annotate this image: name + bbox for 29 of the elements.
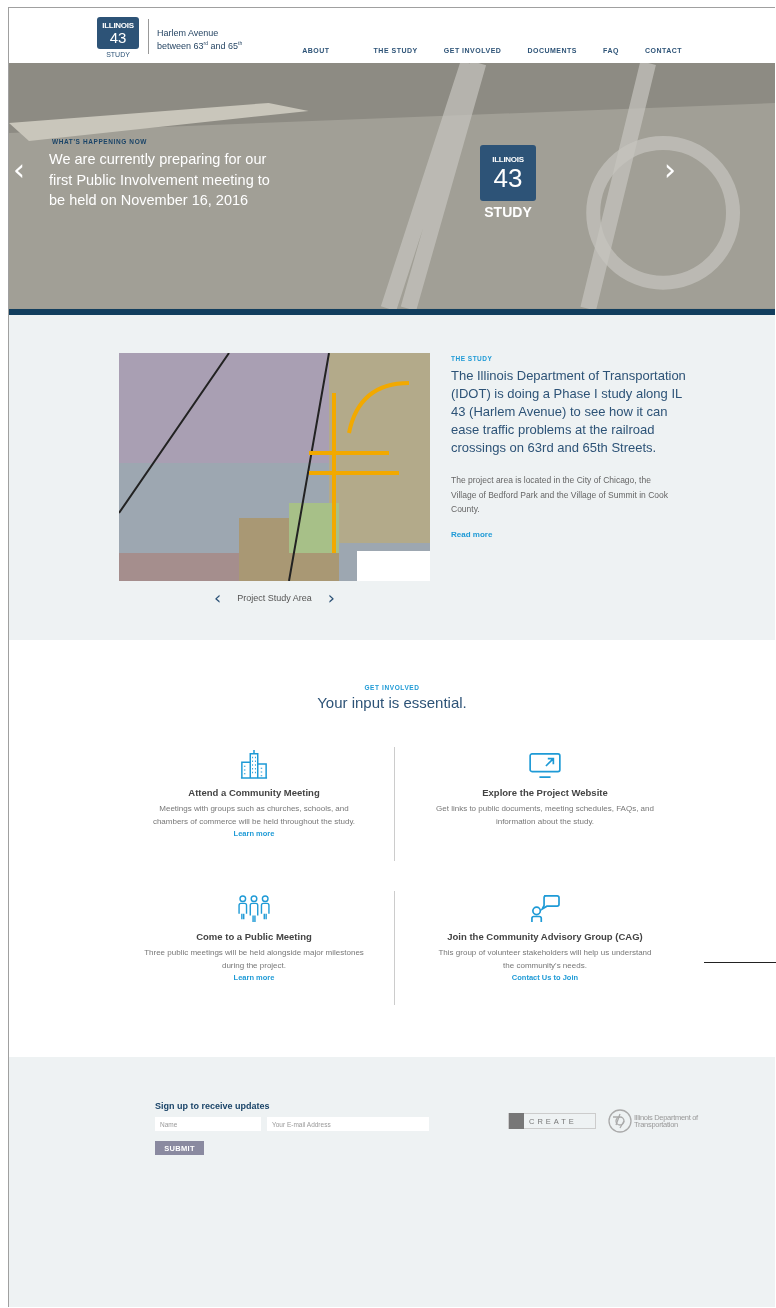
circular-emblem-icon: [608, 1109, 632, 1133]
monitor-icon: [529, 753, 561, 779]
buildings-icon: [240, 749, 268, 779]
card-description: Get links to public documents, meeting schedules, FAQs, and information about the study.: [435, 803, 655, 828]
logo-number: 43: [493, 163, 523, 192]
signup-title: Sign up to receive updates: [155, 1101, 271, 1111]
image-caption: Project Study Area: [237, 593, 312, 603]
logo-state-text: ILLINOIS: [492, 154, 524, 164]
study-intro-text: The Illinois Department of Transportation (IDOT) is doing a Phase I study along IL 43 (Harlem Avenue) to see how it can ease traffic problems at the railroad crossings on 63rd and 65th Streets.: [451, 367, 687, 457]
card-title: Explore the Project Website: [482, 787, 608, 798]
card-title: Join the Community Advisory Group (CAG): [447, 931, 643, 942]
next-image-button[interactable]: ›: [325, 590, 337, 606]
card-description: Meetings with groups such as churches, schools, and chambers of commerce will be held throughout the study.: [151, 803, 357, 828]
section-title: Your input is essential.: [316, 694, 468, 711]
logo-number: 43: [109, 30, 127, 45]
logo-state-text: ILLINOIS: [102, 21, 134, 30]
card-description: Three public meetings will be held alongside major milestones during the project.: [143, 947, 365, 972]
card-title: Come to a Public Meeting: [196, 931, 312, 942]
photo-placeholder: [509, 1113, 524, 1129]
people-icon: [237, 895, 271, 923]
hero-message: We are currently preparing for our first Public Involvement meeting to be held on November 16, 2016: [49, 150, 271, 210]
study-body-text: The project area is located in the City of Chicago, the Village of Bedford Park and the Village of Summit in Cook County.: [451, 474, 670, 516]
logo-study-text: STUDY: [484, 204, 532, 220]
previous-image-button[interactable]: ‹: [212, 590, 224, 606]
card-title: Attend a Community Meeting: [188, 787, 320, 798]
speech-bubble-person-icon: [530, 895, 560, 923]
tagline-text: between 63$^{rd}$ and 65$^{th}$: [157, 39, 243, 51]
card-description: This group of volunteer stakeholders will help us understand the community's needs.: [437, 947, 653, 972]
tagline-text: Harlem Avenue: [157, 28, 220, 38]
